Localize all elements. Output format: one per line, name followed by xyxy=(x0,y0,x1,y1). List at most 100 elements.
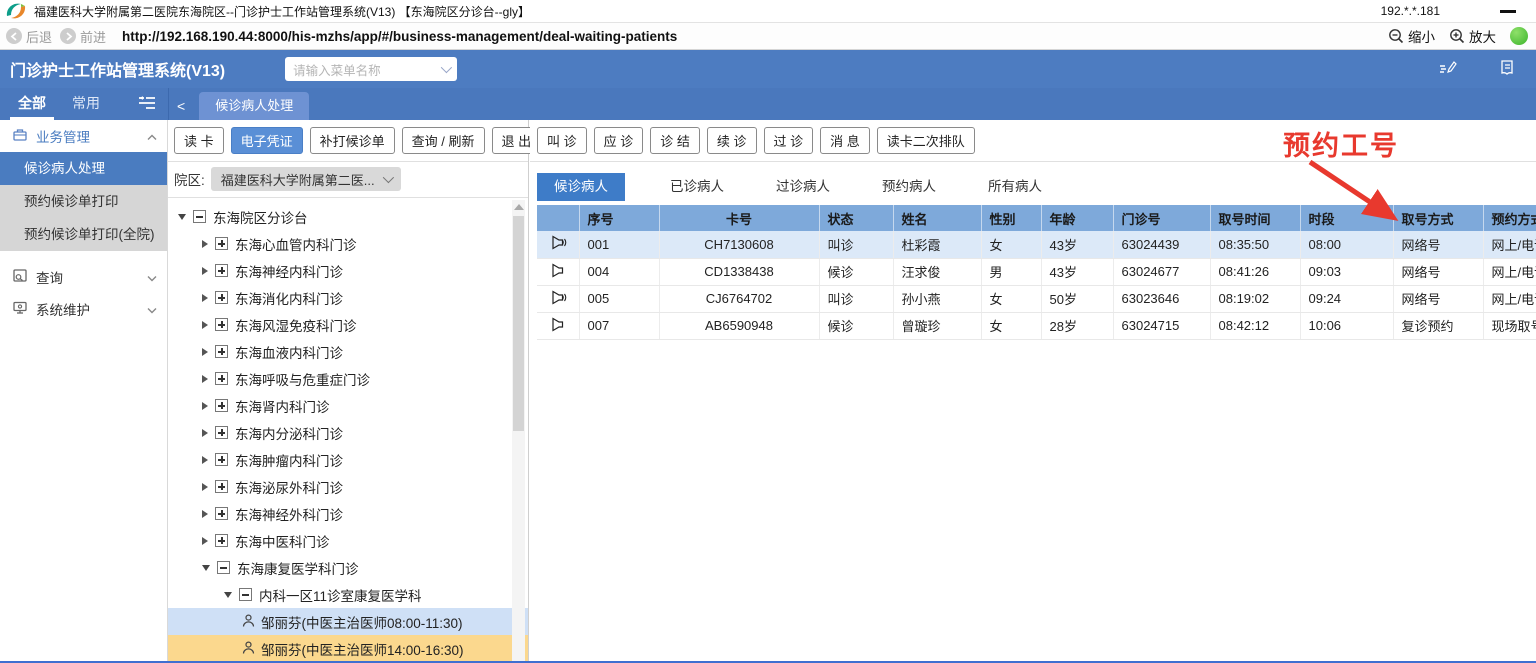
sidebar-group-maintain[interactable]: 系统维护 xyxy=(0,293,167,325)
signature-icon[interactable] xyxy=(1438,59,1458,80)
plus-box-icon[interactable] xyxy=(215,453,228,466)
minus-box-icon[interactable] xyxy=(193,210,206,223)
patient-tab[interactable]: 过诊病人 xyxy=(759,173,847,201)
cell-clinic_no: 63024715 xyxy=(1113,312,1211,340)
expander-closed-icon[interactable] xyxy=(202,401,208,410)
expander-closed-icon[interactable] xyxy=(202,266,208,275)
plus-box-icon[interactable] xyxy=(215,237,228,250)
menu-search-input[interactable]: 请输入菜单名称 xyxy=(285,57,458,81)
button-应诊[interactable]: 应 诊 xyxy=(593,127,644,154)
plus-box-icon[interactable] xyxy=(215,291,228,304)
plus-box-icon[interactable] xyxy=(215,345,228,358)
button-补打候诊单[interactable]: 补打候诊单 xyxy=(309,127,395,154)
expander-closed-icon[interactable] xyxy=(202,536,208,545)
tree-node[interactable]: 东海心血管内科门诊 xyxy=(168,230,528,257)
minimize-icon[interactable] xyxy=(1500,9,1516,13)
button-消息[interactable]: 消 息 xyxy=(820,127,870,154)
plus-box-icon[interactable] xyxy=(215,264,228,277)
button-过诊[interactable]: 过 诊 xyxy=(763,127,814,154)
sidebar-item[interactable]: 预约候诊单打印 xyxy=(0,185,167,218)
sidebar-item[interactable]: 预约候诊单打印(全院) xyxy=(0,218,167,251)
expander-closed-icon[interactable] xyxy=(202,320,208,329)
plus-box-icon[interactable] xyxy=(215,426,228,439)
tree-node[interactable]: 东海消化内科门诊 xyxy=(168,284,528,311)
tree-node[interactable]: 东海肿瘤内科门诊 xyxy=(168,446,528,473)
expander-closed-icon[interactable] xyxy=(202,455,208,464)
patient-tab[interactable]: 预约病人 xyxy=(865,173,953,201)
sidebar-tab-common[interactable]: 常用 xyxy=(64,88,108,120)
table-row[interactable]: 004 CD1338438 候诊 汪求俊男 43岁 63024677 08:41:26 09:… xyxy=(537,258,1536,286)
tree-node[interactable]: 东海肾内科门诊 xyxy=(168,392,528,419)
menu-search-placeholder: 请输入菜单名称 xyxy=(293,63,381,78)
tree-node[interactable]: 东海神经内科门诊 xyxy=(168,257,528,284)
button-查询刷新[interactable]: 查询 / 刷新 xyxy=(401,127,485,154)
patient-tab[interactable]: 所有病人 xyxy=(971,173,1059,201)
collapse-sidebar-icon[interactable] xyxy=(138,95,156,113)
zoom-out-button[interactable]: 缩小 xyxy=(1388,26,1435,46)
plus-box-icon[interactable] xyxy=(215,399,228,412)
patient-tab[interactable]: 已诊病人 xyxy=(653,173,741,201)
patient-tab[interactable]: 候诊病人 xyxy=(537,173,625,201)
tree-node[interactable]: 东海康复医学科门诊 xyxy=(168,554,528,581)
document-icon[interactable] xyxy=(1498,59,1516,80)
tree-node[interactable]: 东海呼吸与危重症门诊 xyxy=(168,365,528,392)
campus-select[interactable]: 福建医科大学附属第二医... xyxy=(210,167,401,191)
plus-box-icon[interactable] xyxy=(215,372,228,385)
tree-node[interactable]: 内科一区11诊室康复医学科 xyxy=(168,581,528,608)
plus-box-icon[interactable] xyxy=(215,318,228,331)
tab-waiting-patients[interactable]: 候诊病人处理 xyxy=(199,92,310,120)
expander-open-icon[interactable] xyxy=(224,591,232,598)
cell-take_method: 复诊预约 xyxy=(1393,312,1484,340)
sidebar-item[interactable]: 候诊病人处理 xyxy=(0,152,167,185)
person-icon xyxy=(242,613,255,627)
expander-closed-icon[interactable] xyxy=(202,428,208,437)
minus-box-icon[interactable] xyxy=(239,588,252,601)
department-panel: 读 卡电子凭证 补打候诊单 查询 / 刷新退 出 院区: 福建医科大学附属第二医..… xyxy=(168,120,542,663)
scrollbar-thumb[interactable] xyxy=(513,216,524,431)
expander-closed-icon[interactable] xyxy=(202,509,208,518)
table-row[interactable]: 005 CJ6764702 叫诊 孙小燕女 50岁 63023646 08:19:02 09:… xyxy=(537,285,1536,313)
expander-closed-icon[interactable] xyxy=(202,374,208,383)
expander-closed-icon[interactable] xyxy=(202,293,208,302)
tree-node[interactable]: 东海院区分诊台 xyxy=(168,203,528,230)
expander-closed-icon[interactable] xyxy=(202,482,208,491)
tree-doctor-item[interactable]: 邹丽芬(中医主治医师08:00-11:30) xyxy=(168,608,528,635)
sidebar-group-query[interactable]: 查询 xyxy=(0,261,167,293)
button-读卡二次排队[interactable]: 读卡二次排队 xyxy=(876,127,975,154)
zoom-in-button[interactable]: 放大 xyxy=(1449,26,1496,46)
sidebar-group-business[interactable]: 业务管理 xyxy=(0,120,167,152)
tree-doctor-item[interactable]: 邹丽芬(中医主治医师14:00-16:30) xyxy=(168,635,528,662)
expander-closed-icon[interactable] xyxy=(202,239,208,248)
status-indicator[interactable] xyxy=(1510,27,1528,45)
tab-scroll-left-icon[interactable]: < xyxy=(169,98,193,120)
expander-open-icon[interactable] xyxy=(178,213,186,220)
button-续诊[interactable]: 续 诊 xyxy=(706,127,757,154)
tree-item-label: 东海消化内科门诊 xyxy=(235,291,343,307)
tree-node[interactable]: 东海泌尿外科门诊 xyxy=(168,473,528,500)
back-button[interactable]: 后退 xyxy=(6,27,52,46)
scroll-up-icon[interactable] xyxy=(513,204,524,210)
minus-box-icon[interactable] xyxy=(217,561,230,574)
forward-button[interactable]: 前进 xyxy=(60,27,106,46)
plus-box-icon[interactable] xyxy=(215,507,228,520)
sidebar-tab-all[interactable]: 全部 xyxy=(10,88,54,120)
button-诊结[interactable]: 诊 结 xyxy=(650,127,700,154)
tree-node[interactable]: 东海中医科门诊 xyxy=(168,527,528,554)
table-row[interactable]: 007 AB6590948 候诊 曾璇珍女 28岁 63024715 08:42:12 10:… xyxy=(537,312,1536,340)
button-读卡[interactable]: 读 卡 xyxy=(174,127,224,154)
tree-node[interactable]: 东海血液内科门诊 xyxy=(168,338,528,365)
button-叫诊[interactable]: 叫 诊 xyxy=(537,127,587,154)
tree-item-label: 东海院区分诊台 xyxy=(213,210,308,226)
plus-box-icon[interactable] xyxy=(215,480,228,493)
tree-scrollbar[interactable] xyxy=(512,200,525,663)
table-row[interactable]: 001 CH7130608 叫诊 杜彩霞女 43岁 63024439 08:35:50 08:… xyxy=(537,231,1536,259)
expander-open-icon[interactable] xyxy=(202,564,210,571)
plus-box-icon[interactable] xyxy=(215,534,228,547)
speaker-icon xyxy=(552,262,563,278)
address-url[interactable]: http://192.168.190.44:8000/his-mzhs/app/… xyxy=(122,29,1388,44)
tree-node[interactable]: 东海神经外科门诊 xyxy=(168,500,528,527)
expander-closed-icon[interactable] xyxy=(202,347,208,356)
tree-node[interactable]: 东海内分泌科门诊 xyxy=(168,419,528,446)
tree-node[interactable]: 东海风湿免疫科门诊 xyxy=(168,311,528,338)
button-电子凭证[interactable]: 电子凭证 xyxy=(230,127,303,154)
